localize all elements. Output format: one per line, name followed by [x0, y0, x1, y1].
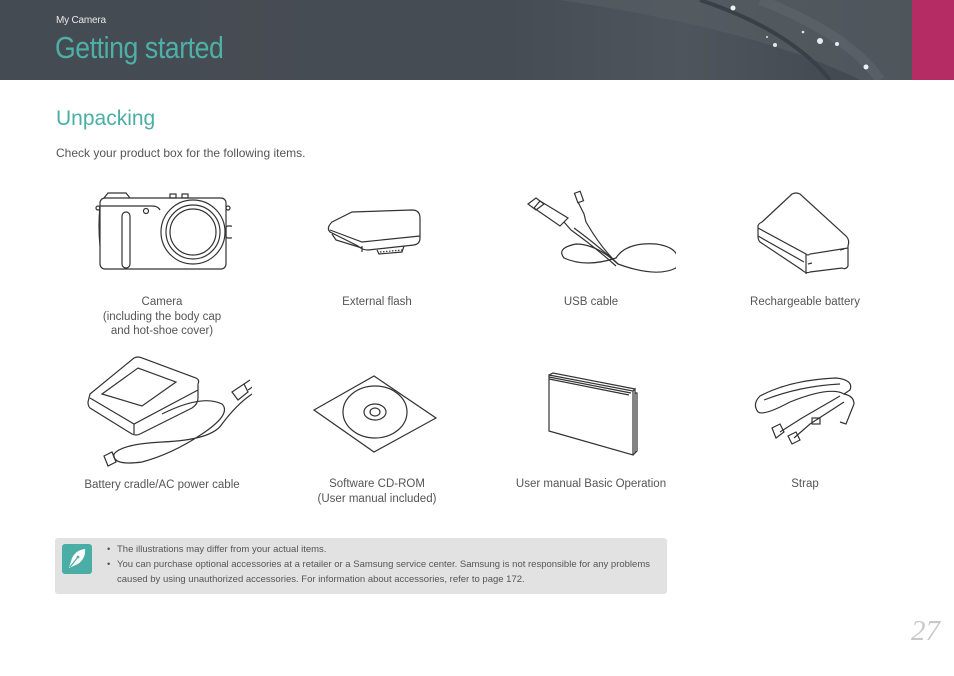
caption-line: (including the body cap — [102, 310, 222, 323]
page-title: Getting started — [55, 30, 224, 65]
caption-line: Camera — [141, 296, 183, 308]
note-bullet: The illustrations may differ from your a… — [107, 542, 657, 557]
item-user-manual: User manual Basic Operation — [491, 371, 691, 490]
note-box: The illustrations may differ from your a… — [55, 538, 667, 594]
caption-line: Strap — [791, 478, 819, 490]
item-usb-cable: USB cable — [491, 188, 691, 308]
battery-icon — [757, 192, 850, 274]
caption-line: USB cable — [563, 296, 619, 308]
page-number: 27 — [911, 615, 940, 647]
accent-bar — [912, 0, 954, 80]
item-caption: USB cable — [491, 295, 691, 310]
item-battery: Rechargeable battery — [705, 190, 905, 308]
item-caption: Camera (including the body cap and hot-s… — [62, 295, 262, 339]
pen-nib-icon — [62, 544, 92, 574]
breadcrumb: My Camera — [56, 15, 106, 26]
caption-line: Software CD-ROM — [329, 478, 425, 490]
caption-line: and hot-shoe cover) — [110, 325, 214, 337]
note-list: The illustrations may differ from your a… — [107, 542, 657, 587]
section-title: Unpacking — [56, 107, 156, 130]
battery-cradle-icon — [87, 356, 252, 467]
item-strap: Strap — [705, 376, 905, 490]
item-caption: Rechargeable battery — [705, 295, 905, 310]
item-battery-cradle: Battery cradle/AC power cable — [62, 354, 262, 491]
page-header: My Camera Getting started — [0, 0, 912, 80]
item-caption: User manual Basic Operation — [491, 477, 691, 492]
usb-cable-icon — [527, 190, 676, 273]
item-caption: Software CD-ROM (User manual included) — [277, 477, 477, 506]
intro-text: Check your product box for the following… — [56, 146, 306, 160]
caption-line: Battery cradle/AC power cable — [84, 479, 240, 491]
caption-line: (User manual included) — [317, 492, 437, 505]
caption-line: External flash — [342, 296, 412, 308]
caption-line: Rechargeable battery — [750, 296, 860, 308]
user-manual-icon — [548, 372, 638, 456]
item-caption: External flash — [277, 295, 477, 310]
cd-rom-icon — [312, 375, 438, 453]
item-caption: Strap — [705, 477, 905, 492]
item-external-flash: External flash — [277, 200, 477, 308]
camera-icon — [95, 192, 232, 270]
caption-line: User manual Basic Operation — [515, 478, 667, 490]
item-cd-rom: Software CD-ROM (User manual included) — [277, 374, 477, 505]
note-bullet: You can purchase optional accessories at… — [107, 557, 657, 587]
external-flash-icon — [327, 209, 421, 255]
strap-icon — [754, 377, 855, 445]
item-camera: Camera (including the body cap and hot-s… — [62, 186, 262, 337]
item-caption: Battery cradle/AC power cable — [62, 478, 262, 493]
